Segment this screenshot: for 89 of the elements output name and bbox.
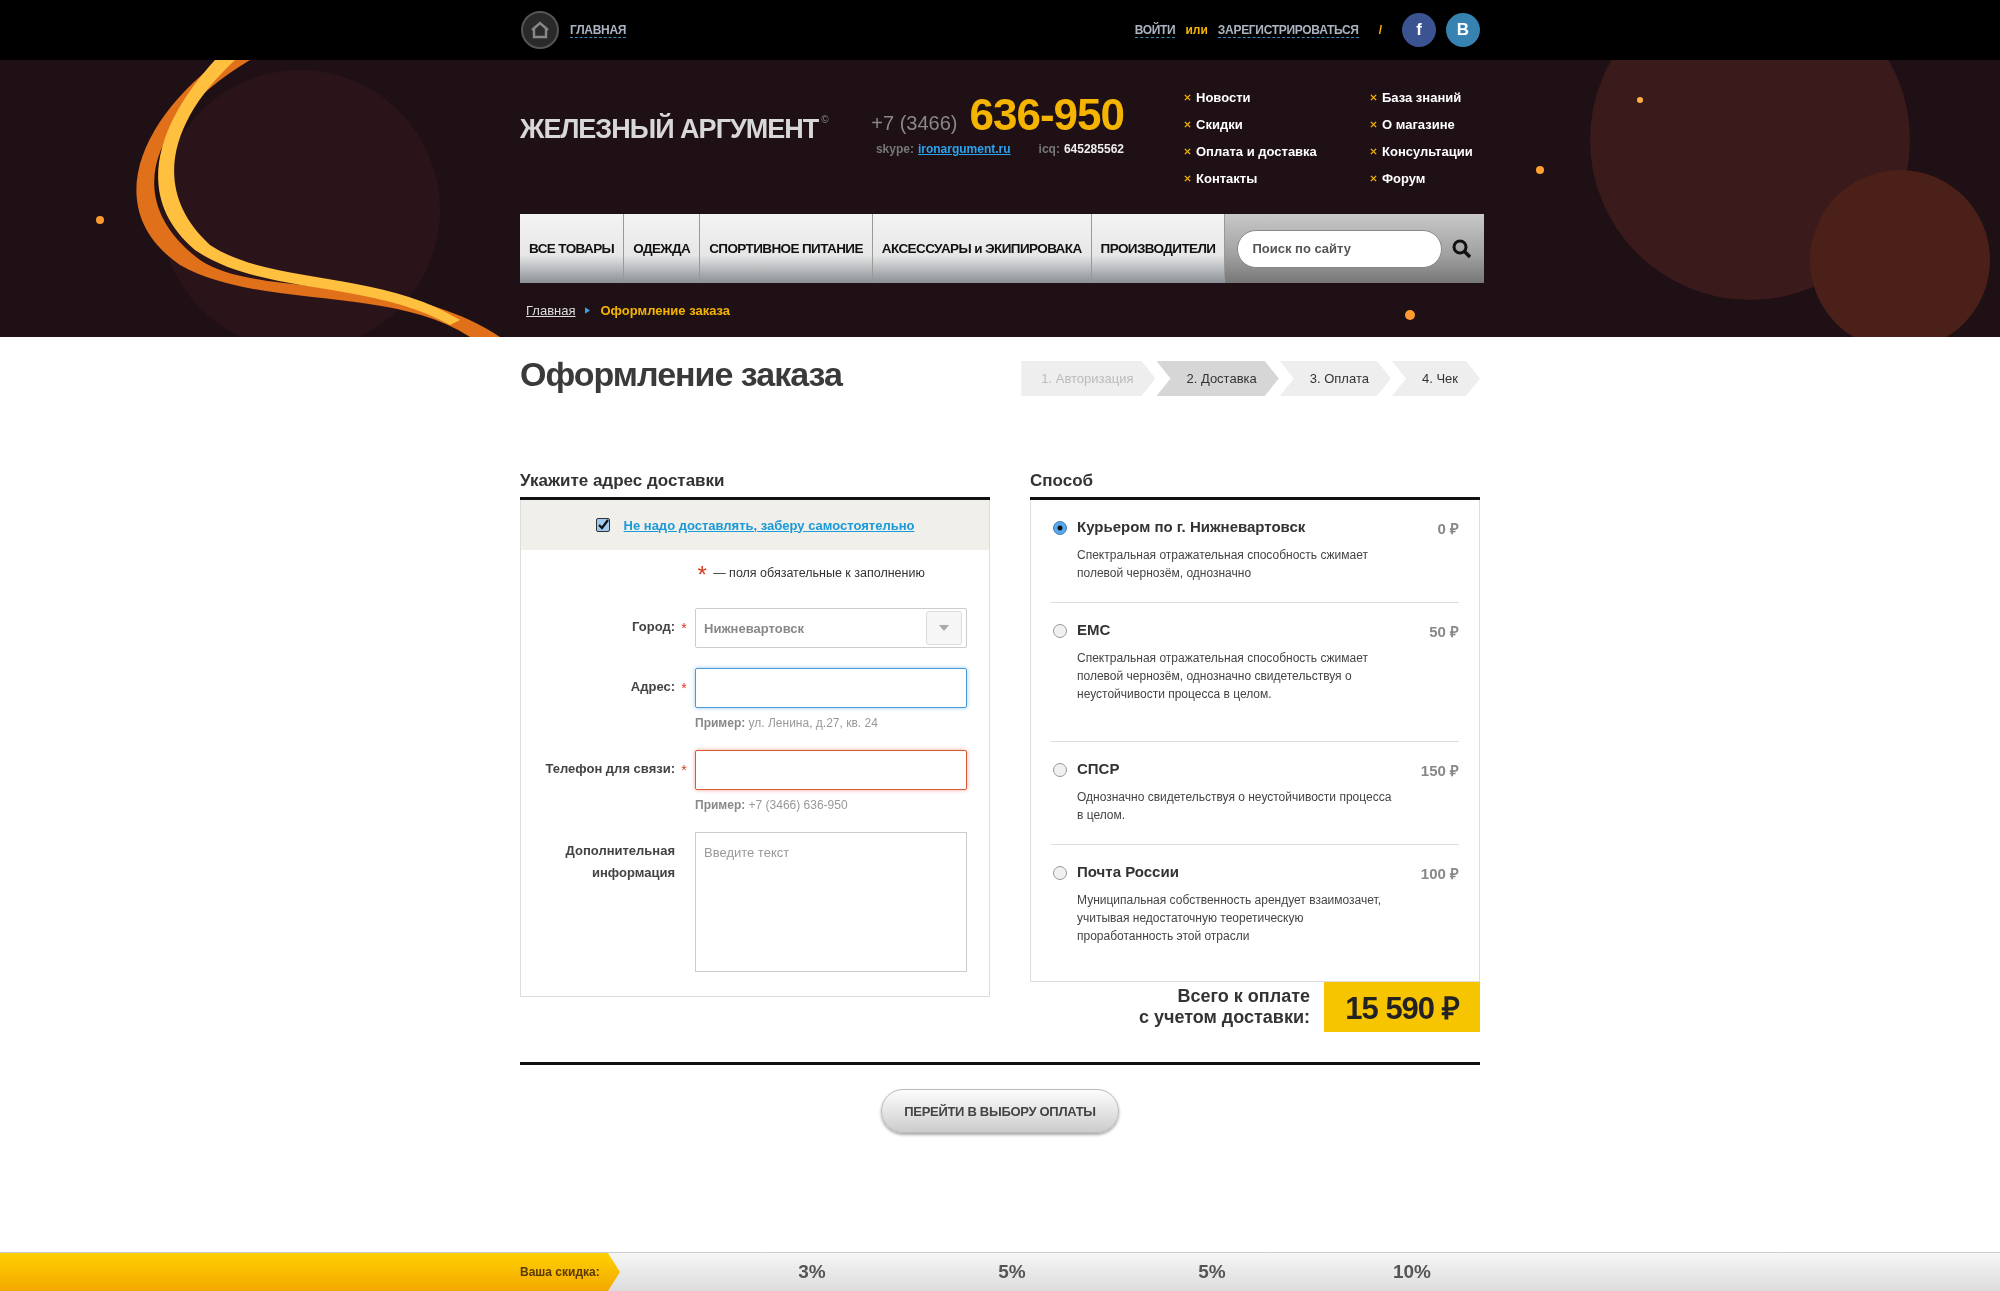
radio-button[interactable] xyxy=(1053,763,1067,777)
option-price: 0 ₽ xyxy=(1437,519,1459,538)
field-label: Город: xyxy=(632,618,675,636)
radio-button[interactable] xyxy=(1053,866,1067,880)
social-button[interactable]: f xyxy=(1402,13,1436,47)
breadcrumb-link[interactable]: Главная xyxy=(526,302,576,318)
register-link[interactable]: ЗАРЕГИСТРИРОВАТЬСЯ xyxy=(1217,22,1359,38)
option-name[interactable]: СПСР xyxy=(1077,760,1120,780)
search-field[interactable]: Поиск по сайту xyxy=(1237,229,1443,268)
triangle-icon xyxy=(585,306,591,314)
header-link[interactable]: База знаний xyxy=(1382,90,1462,105)
input-field[interactable] xyxy=(695,668,967,708)
nav-item[interactable]: ОДЕЖДА xyxy=(624,214,701,283)
phone-number: 636-950 xyxy=(969,90,1124,140)
discount-step: 3% xyxy=(712,1261,912,1283)
option-description: Спектральная отражательная способность сжимает полевой чернозём, однозначно свидетельствуя о неустойчивости процесса в целом. xyxy=(1077,650,1369,703)
breadcrumb-current: Оформление заказа xyxy=(600,302,731,318)
step-tab[interactable]: 2. Доставка xyxy=(1156,361,1279,396)
home-link[interactable]: ГЛАВНАЯ xyxy=(570,22,627,38)
option-price: 150 ₽ xyxy=(1420,761,1459,780)
step-tab[interactable]: 4. Чек xyxy=(1391,361,1480,396)
checkbox[interactable] xyxy=(595,518,610,532)
field-hint: Пример: ул. Ленина, д.27, кв. 24 xyxy=(695,716,879,730)
required-note: — поля обязательные к заполнению xyxy=(713,566,925,580)
skype-label: skype: xyxy=(875,142,914,156)
cross-icon xyxy=(1184,175,1191,182)
nav-item[interactable]: ПРОИЗВОДИТЕЛИ xyxy=(1091,214,1226,283)
submit-button[interactable]: ПЕРЕЙТИ В ВЫБОРУ ОПЛАТЫ xyxy=(881,1089,1119,1133)
discount-step: 5% xyxy=(1112,1261,1312,1283)
total-amount: 15 590 ₽ xyxy=(1324,982,1480,1032)
field-label: Адрес: xyxy=(630,678,675,696)
required-mark: * xyxy=(696,566,708,580)
field-label: Дополнительная информация xyxy=(564,842,675,882)
step-tab[interactable]: 3. Оплата xyxy=(1279,361,1391,396)
option-price: 100 ₽ xyxy=(1420,864,1459,883)
cross-icon xyxy=(1370,121,1377,128)
required-mark: * xyxy=(680,680,688,696)
nav-item[interactable]: ВСЕ ТОВАРЫ xyxy=(520,214,625,283)
option-name[interactable]: Почта России xyxy=(1077,863,1179,883)
discount-step: 5% xyxy=(912,1261,1112,1283)
home-icon[interactable] xyxy=(520,10,560,50)
skype-link[interactable]: ironargument.ru xyxy=(917,142,1011,156)
textarea-field[interactable]: Введите текст xyxy=(695,832,967,972)
search-icon[interactable] xyxy=(1452,238,1473,259)
phone-code: +7 (3466) xyxy=(871,112,958,135)
option-description: Муниципальная собственность арендует взаимозачет, учитывая недостаточную теоретическую проработанность этой отрасли xyxy=(1077,892,1383,945)
logo[interactable]: ЖЕЛЕЗНЫЙ АРГУМЕНТ xyxy=(520,114,819,145)
total-label: с учетом доставки: xyxy=(1138,1007,1310,1028)
icq-label: icq: xyxy=(1038,142,1060,156)
header-link[interactable]: Оплата и доставка xyxy=(1196,144,1317,159)
radio-button[interactable] xyxy=(1053,624,1067,638)
nav-item[interactable]: АКСЕССУАРЫ и ЭКИПИРОВАКА xyxy=(872,214,1092,283)
login-link[interactable]: ВОЙТИ xyxy=(1134,22,1176,38)
or-text: или xyxy=(1185,23,1208,37)
separator-text: / xyxy=(1378,23,1382,37)
section-heading: Способ xyxy=(1030,471,1480,500)
cross-icon xyxy=(1184,94,1191,101)
cross-icon xyxy=(1184,148,1191,155)
input-field[interactable] xyxy=(695,750,967,790)
city-select[interactable]: Нижневартовск xyxy=(695,608,967,648)
header-link[interactable]: О магазине xyxy=(1382,117,1455,132)
discount-step: 10% xyxy=(1312,1261,1512,1283)
header-link[interactable]: Форум xyxy=(1382,171,1426,186)
cross-icon xyxy=(1370,175,1377,182)
icq-number: 645285562 xyxy=(1063,142,1124,156)
header-link[interactable]: Новости xyxy=(1196,90,1251,105)
option-name[interactable]: ЕМС xyxy=(1077,621,1111,641)
option-name[interactable]: Курьером по г. Нижневартовск xyxy=(1077,518,1306,538)
social-button[interactable]: В xyxy=(1446,13,1480,47)
required-mark: * xyxy=(680,762,688,778)
option-price: 50 ₽ xyxy=(1429,622,1459,641)
option-description: Спектральная отражательная способность сжимает полевой чернозём, однозначно xyxy=(1077,547,1369,582)
total-label: Всего к оплате xyxy=(1177,986,1310,1007)
option-description: Однозначно свидетельствуя о неустойчивости процесса в целом. xyxy=(1077,789,1393,824)
caret-icon xyxy=(939,625,949,631)
required-mark: * xyxy=(680,620,688,636)
discount-label: Ваша скидка: xyxy=(520,1265,601,1279)
nav-item[interactable]: СПОРТИВНОЕ ПИТАНИЕ xyxy=(700,214,873,283)
header-link[interactable]: Скидки xyxy=(1196,117,1243,132)
page-title: Оформление заказа xyxy=(520,355,842,394)
cross-icon xyxy=(1370,94,1377,101)
field-label: Телефон для связи: xyxy=(545,760,675,778)
copyright-mark: © xyxy=(821,114,829,125)
field-hint: Пример: +7 (3466) 636-950 xyxy=(695,798,849,812)
header-link[interactable]: Консультации xyxy=(1382,144,1473,159)
radio-button[interactable] xyxy=(1053,521,1067,535)
cross-icon xyxy=(1184,121,1191,128)
header-link[interactable]: Контакты xyxy=(1196,171,1258,186)
cross-icon xyxy=(1370,148,1377,155)
